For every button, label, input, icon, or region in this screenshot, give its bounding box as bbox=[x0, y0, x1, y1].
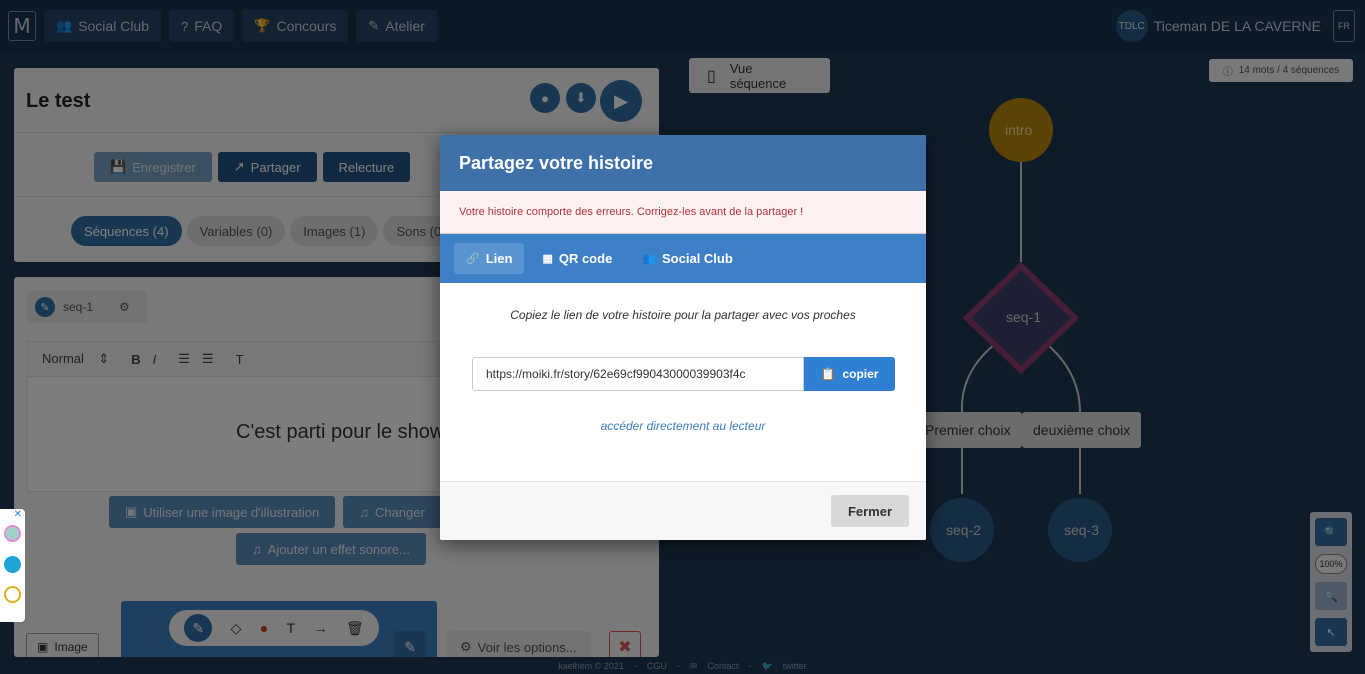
tab-link-label: Lien bbox=[485, 251, 513, 266]
tab-social-label: Social Club bbox=[662, 251, 733, 266]
plus-icon[interactable] bbox=[4, 556, 21, 573]
close-icon[interactable]: ✕ bbox=[14, 509, 22, 520]
open-reader-link[interactable]: accéder directement au lecteur bbox=[440, 419, 926, 433]
tab-qrcode[interactable]: ▦ QR code bbox=[530, 243, 624, 274]
modal-footer: Fermer bbox=[440, 481, 926, 540]
tab-link[interactable]: 🔗 Lien bbox=[454, 243, 525, 274]
close-button[interactable]: Fermer bbox=[831, 495, 909, 527]
share-modal: Partagez votre histoire Votre histoire c… bbox=[440, 135, 926, 540]
modal-title: Partagez votre histoire bbox=[440, 135, 926, 191]
tab-qrcode-label: QR code bbox=[558, 251, 613, 266]
accessibility-icon[interactable] bbox=[4, 525, 21, 542]
copy-button[interactable]: 📋 copier bbox=[804, 357, 895, 391]
bulb-icon[interactable] bbox=[4, 586, 21, 603]
qrcode-icon: ▦ bbox=[542, 253, 553, 265]
story-link-field[interactable]: https://moiki.fr/story/62e69cf9904300003… bbox=[472, 357, 804, 391]
link-icon: 🔗 bbox=[466, 253, 480, 265]
copy-label: copier bbox=[842, 367, 879, 381]
error-alert: Votre histoire comporte des erreurs. Cor… bbox=[440, 191, 926, 234]
share-tabs: 🔗 Lien ▦ QR code 👥 Social Club bbox=[440, 234, 926, 283]
share-instruction: Copiez le lien de votre histoire pour la… bbox=[510, 308, 856, 322]
users-icon: 👥 bbox=[642, 253, 657, 265]
modal-body: Copiez le lien de votre histoire pour la… bbox=[440, 283, 926, 481]
tab-social-club[interactable]: 👥 Social Club bbox=[630, 243, 745, 274]
accessibility-widget[interactable]: ✕ bbox=[0, 509, 25, 622]
copy-icon: 📋 bbox=[820, 367, 836, 381]
